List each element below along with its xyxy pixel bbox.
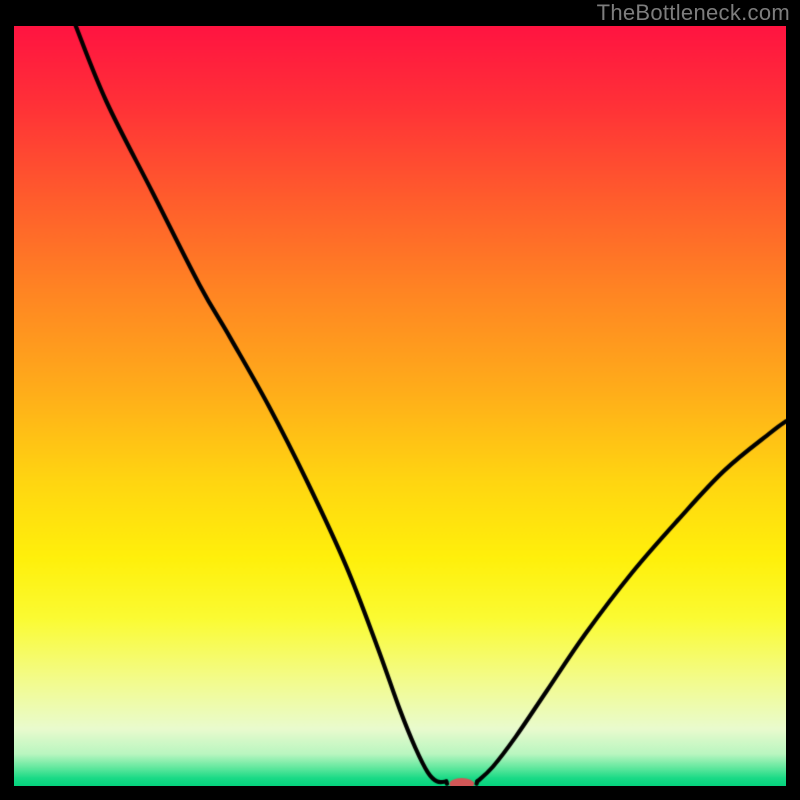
watermark-label: TheBottleneck.com — [597, 0, 790, 26]
image-frame: TheBottleneck.com — [0, 0, 800, 800]
bottleneck-curve — [14, 26, 786, 786]
plot-area — [14, 26, 786, 786]
